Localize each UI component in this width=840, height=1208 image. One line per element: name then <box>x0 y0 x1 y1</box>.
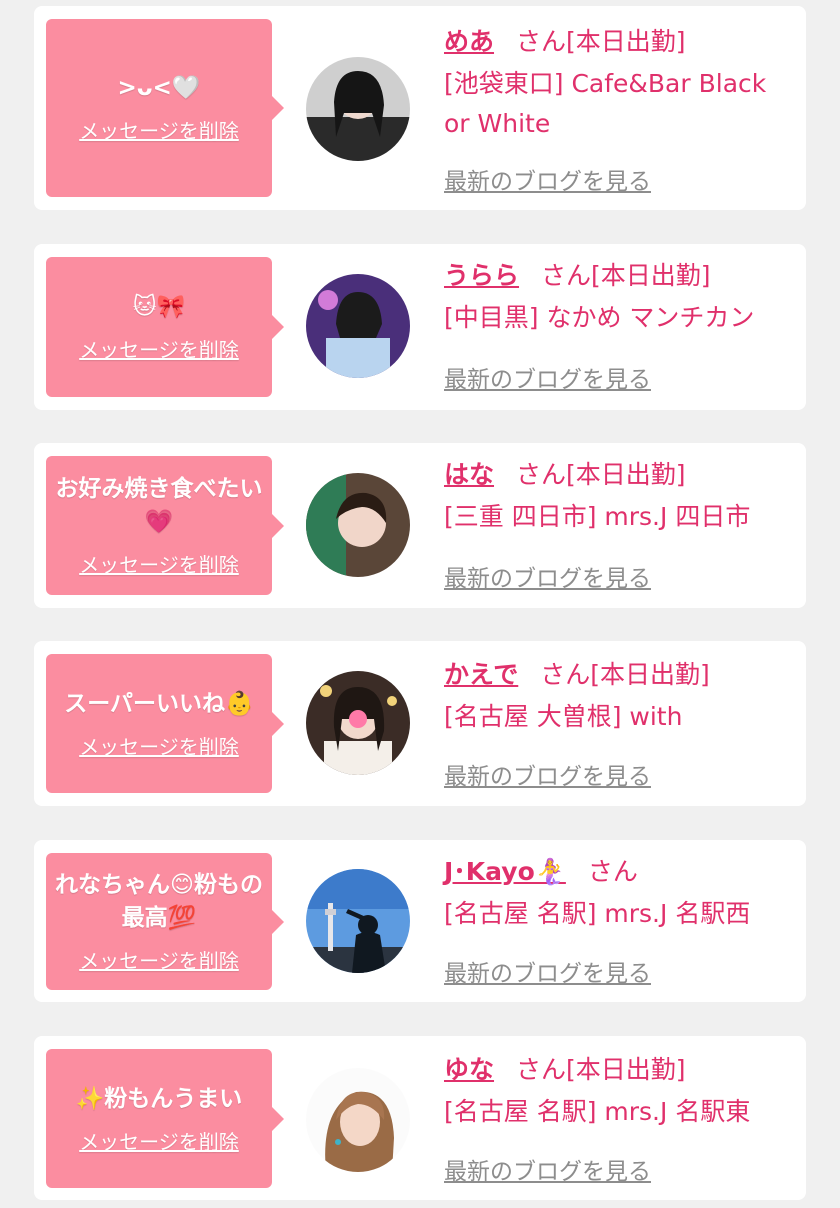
profile-info: ゆな さん[本日出勤] [名古屋 名駅] mrs.J 名駅東 <box>444 1052 792 1132</box>
profile-name-link[interactable]: ゆな <box>444 1055 494 1084</box>
message-text: ✨粉もんうまい <box>75 1085 243 1112</box>
message-text: 🐱🎀 <box>132 294 186 320</box>
list-item: ✨粉もんうまい メッセージを削除 ゆな さん[本日出勤] [名古屋 名駅] mrs… <box>34 1036 806 1200</box>
message-text: お好み焼き食べたい💗 <box>55 476 263 535</box>
profile-info: はな さん[本日出勤] [三重 四日市] mrs.J 四日市 <box>444 457 792 537</box>
shop-name: [池袋東口] Cafe&Bar Black or White <box>444 69 767 138</box>
delete-message-link[interactable]: メッセージを削除 <box>79 945 239 974</box>
list-item: お好み焼き食べたい💗 メッセージを削除 はな さん[本日出勤] [三重 四日市] … <box>34 443 806 608</box>
avatar[interactable] <box>306 1068 410 1172</box>
name-line: ゆな さん[本日出勤] <box>444 1052 792 1088</box>
name-line: はな さん[本日出勤] <box>444 457 792 493</box>
shop-name: [名古屋 大曽根] with <box>444 702 683 731</box>
message-text: れなちゃん😊粉もの最高💯 <box>55 872 263 931</box>
delete-message-link[interactable]: メッセージを削除 <box>79 334 239 363</box>
message-text: >ᴗ<🤍 <box>117 75 201 101</box>
shop-name: [三重 四日市] mrs.J 四日市 <box>444 502 751 531</box>
profile-name-link[interactable]: J･Kayo🧜‍♀️ <box>444 857 566 886</box>
list-item: スーパーいいね👶 メッセージを削除 かえで さん[本日出勤] [名古屋 大曽根] … <box>34 641 806 806</box>
name-line: J･Kayo🧜‍♀️ さん <box>444 854 792 890</box>
status-text: さん <box>587 857 638 886</box>
list-item: れなちゃん😊粉もの最高💯 メッセージを削除 J･Kayo🧜‍♀️ さん [名古屋 … <box>34 840 806 1002</box>
status-text: さん[本日出勤] <box>516 460 686 489</box>
name-line: めあ さん[本日出勤] <box>444 24 792 60</box>
list-item: >ᴗ<🤍 メッセージを削除 めあ さん[本日出勤] [池袋東口] Cafe&Bar… <box>34 6 806 210</box>
latest-blog-link[interactable]: 最新のブログを見る <box>444 360 651 394</box>
latest-blog-link[interactable]: 最新のブログを見る <box>444 954 651 988</box>
latest-blog-link[interactable]: 最新のブログを見る <box>444 559 651 593</box>
latest-blog-link[interactable]: 最新のブログを見る <box>444 757 651 791</box>
status-text: さん[本日出勤] <box>516 27 686 56</box>
avatar[interactable] <box>306 869 410 973</box>
profile-name-link[interactable]: うらら <box>444 261 519 290</box>
status-text: さん[本日出勤] <box>541 261 711 290</box>
avatar[interactable] <box>306 671 410 775</box>
delete-message-link[interactable]: メッセージを削除 <box>79 1126 239 1155</box>
shop-name: [名古屋 名駅] mrs.J 名駅西 <box>444 899 751 928</box>
delete-message-link[interactable]: メッセージを削除 <box>79 549 239 578</box>
message-bubble: お好み焼き食べたい💗 メッセージを削除 <box>46 456 284 595</box>
list-item: 🐱🎀 メッセージを削除 うらら さん[本日出勤] [中目黒] なかめ マンチカン … <box>34 244 806 410</box>
profile-name-link[interactable]: めあ <box>444 27 494 56</box>
delete-message-link[interactable]: メッセージを削除 <box>79 115 239 144</box>
avatar[interactable] <box>306 473 410 577</box>
status-text: さん[本日出勤] <box>516 1055 686 1084</box>
avatar[interactable] <box>306 274 410 378</box>
profile-info: めあ さん[本日出勤] [池袋東口] Cafe&Bar Black or Whit… <box>444 24 792 144</box>
profile-name-link[interactable]: かえで <box>444 660 518 689</box>
latest-blog-link[interactable]: 最新のブログを見る <box>444 1152 651 1186</box>
name-line: かえで さん[本日出勤] <box>444 657 792 693</box>
message-list: >ᴗ<🤍 メッセージを削除 めあ さん[本日出勤] [池袋東口] Cafe&Bar… <box>0 0 840 1208</box>
latest-blog-link[interactable]: 最新のブログを見る <box>444 162 651 196</box>
shop-name: [名古屋 名駅] mrs.J 名駅東 <box>444 1097 751 1126</box>
message-bubble: れなちゃん😊粉もの最高💯 メッセージを削除 <box>46 853 284 990</box>
message-text: スーパーいいね👶 <box>64 690 254 717</box>
message-bubble: >ᴗ<🤍 メッセージを削除 <box>46 19 284 197</box>
message-bubble: ✨粉もんうまい メッセージを削除 <box>46 1049 284 1188</box>
name-line: うらら さん[本日出勤] <box>444 258 792 294</box>
status-text: さん[本日出勤] <box>540 660 710 689</box>
profile-info: うらら さん[本日出勤] [中目黒] なかめ マンチカン <box>444 258 792 338</box>
message-bubble: スーパーいいね👶 メッセージを削除 <box>46 654 284 793</box>
profile-info: J･Kayo🧜‍♀️ さん [名古屋 名駅] mrs.J 名駅西 <box>444 854 792 934</box>
profile-name-link[interactable]: はな <box>444 460 494 489</box>
profile-info: かえで さん[本日出勤] [名古屋 大曽根] with <box>444 657 792 737</box>
avatar[interactable] <box>306 57 410 161</box>
message-bubble: 🐱🎀 メッセージを削除 <box>46 257 284 397</box>
shop-name: [中目黒] なかめ マンチカン <box>444 303 755 332</box>
delete-message-link[interactable]: メッセージを削除 <box>79 731 239 760</box>
